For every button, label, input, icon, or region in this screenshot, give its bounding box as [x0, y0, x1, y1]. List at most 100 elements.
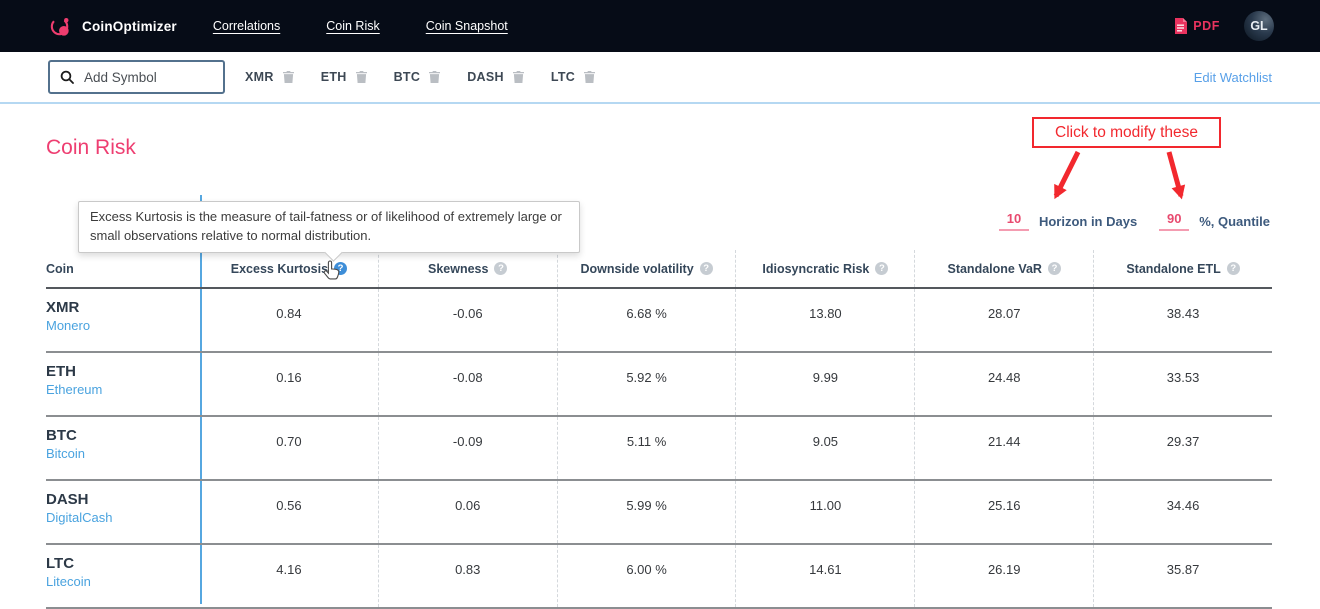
coin-cell[interactable]: XMR Monero	[46, 289, 200, 351]
table-row: LTC Litecoin 4.16 0.83 6.00 % 14.61 26.1…	[46, 545, 1272, 609]
tooltip-text: Excess Kurtosis is the measure of tail-f…	[90, 209, 562, 243]
cell-idiosyncratic-risk: 13.80	[735, 289, 914, 351]
column-header-downside-volatility: Downside volatility ?	[557, 250, 736, 287]
cell-skewness: -0.06	[378, 289, 557, 351]
watchlist-item: XMR	[245, 70, 294, 84]
brand-name: CoinOptimizer	[82, 19, 177, 34]
nav-link-coin-risk[interactable]: Coin Risk	[326, 19, 380, 33]
remove-symbol-trash-icon[interactable]	[513, 71, 524, 83]
horizon-input[interactable]	[999, 211, 1029, 231]
watchlist-symbol-label: ETH	[321, 70, 347, 84]
main-nav: Correlations Coin Risk Coin Snapshot	[213, 19, 508, 33]
annotation-box: Click to modify these	[1032, 117, 1221, 148]
hand-cursor-icon	[322, 259, 342, 282]
cell-idiosyncratic-risk: 9.05	[735, 417, 914, 479]
coin-cell[interactable]: BTC Bitcoin	[46, 417, 200, 479]
column-header-idiosyncratic-risk: Idiosyncratic Risk ?	[735, 250, 914, 287]
cell-idiosyncratic-risk: 11.00	[735, 481, 914, 543]
coinoptimizer-logo-icon	[48, 14, 73, 39]
add-symbol-input[interactable]	[82, 69, 213, 86]
quantile-input[interactable]	[1159, 211, 1189, 231]
watchlist-symbol-label: BTC	[394, 70, 421, 84]
table-row: ETH Ethereum 0.16 -0.08 5.92 % 9.99 24.4…	[46, 353, 1272, 417]
brand[interactable]: CoinOptimizer	[48, 14, 177, 39]
watchlist-item: BTC	[394, 70, 441, 84]
remove-symbol-trash-icon[interactable]	[283, 71, 294, 83]
coin-cell[interactable]: LTC Litecoin	[46, 545, 200, 607]
coin-symbol: DASH	[46, 491, 200, 508]
cell-idiosyncratic-risk: 14.61	[735, 545, 914, 607]
horizon-label: Horizon in Days	[1039, 214, 1137, 229]
column-header-excess-kurtosis: Excess Kurtosis ?	[200, 250, 378, 287]
coin-name[interactable]: Bitcoin	[46, 446, 200, 461]
risk-parameters: Horizon in Days %, Quantile	[999, 211, 1270, 231]
nav-link-coin-snapshot[interactable]: Coin Snapshot	[426, 19, 508, 33]
cell-excess-kurtosis: 0.84	[200, 289, 378, 351]
coin-name[interactable]: Ethereum	[46, 382, 200, 397]
coin-symbol: LTC	[46, 555, 200, 572]
coin-symbol: BTC	[46, 427, 200, 444]
coin-risk-table: Coin Excess Kurtosis ? Skewness ? Downsi…	[46, 250, 1272, 609]
cell-excess-kurtosis: 4.16	[200, 545, 378, 607]
help-icon[interactable]: ?	[700, 262, 713, 275]
coin-symbol: ETH	[46, 363, 200, 380]
pdf-file-icon	[1174, 18, 1187, 34]
watchlist-item: LTC	[551, 70, 595, 84]
help-icon[interactable]: ?	[1048, 262, 1061, 275]
pdf-export-button[interactable]: PDF	[1174, 18, 1220, 34]
page-title: Coin Risk	[46, 136, 136, 160]
coin-cell[interactable]: ETH Ethereum	[46, 353, 200, 415]
cell-standalone-var: 21.44	[914, 417, 1093, 479]
annotation-text: Click to modify these	[1055, 124, 1198, 142]
watchlist-bar: XMR ETH BTC DASH LTC	[0, 52, 1320, 104]
cell-downside-volatility: 6.68 %	[557, 289, 736, 351]
search-icon	[60, 70, 74, 84]
remove-symbol-trash-icon[interactable]	[584, 71, 595, 83]
table-row: XMR Monero 0.84 -0.06 6.68 % 13.80 28.07…	[46, 289, 1272, 353]
cell-skewness: -0.08	[378, 353, 557, 415]
cell-skewness: 0.83	[378, 545, 557, 607]
cell-standalone-var: 25.16	[914, 481, 1093, 543]
cell-standalone-etl: 33.53	[1093, 353, 1272, 415]
coin-cell[interactable]: DASH DigitalCash	[46, 481, 200, 543]
help-icon[interactable]: ?	[875, 262, 888, 275]
remove-symbol-trash-icon[interactable]	[356, 71, 367, 83]
column-header-coin: Coin	[46, 250, 200, 287]
coin-name[interactable]: Monero	[46, 318, 200, 333]
cell-skewness: -0.09	[378, 417, 557, 479]
cell-skewness: 0.06	[378, 481, 557, 543]
coin-name[interactable]: Litecoin	[46, 574, 200, 589]
cell-standalone-etl: 34.46	[1093, 481, 1272, 543]
add-symbol-box[interactable]	[48, 60, 225, 94]
excess-kurtosis-tooltip: Excess Kurtosis is the measure of tail-f…	[78, 201, 580, 253]
remove-symbol-trash-icon[interactable]	[429, 71, 440, 83]
watchlist-item: DASH	[467, 70, 524, 84]
help-icon[interactable]: ?	[494, 262, 507, 275]
top-navbar: CoinOptimizer Correlations Coin Risk Coi…	[0, 0, 1320, 52]
help-icon[interactable]: ?	[1227, 262, 1240, 275]
cell-excess-kurtosis: 0.70	[200, 417, 378, 479]
edit-watchlist-link[interactable]: Edit Watchlist	[1194, 70, 1272, 85]
coin-symbol: XMR	[46, 299, 200, 316]
watchlist-symbol-label: XMR	[245, 70, 274, 84]
column-header-standalone-var: Standalone VaR ?	[914, 250, 1093, 287]
pdf-label: PDF	[1193, 19, 1220, 33]
quantile-label: %, Quantile	[1199, 214, 1270, 229]
user-avatar[interactable]: GL	[1244, 11, 1274, 41]
cell-excess-kurtosis: 0.16	[200, 353, 378, 415]
coin-name[interactable]: DigitalCash	[46, 510, 200, 525]
watchlist-symbol-label: LTC	[551, 70, 575, 84]
cell-downside-volatility: 5.11 %	[557, 417, 736, 479]
cell-idiosyncratic-risk: 9.99	[735, 353, 914, 415]
nav-link-correlations[interactable]: Correlations	[213, 19, 280, 33]
table-row: BTC Bitcoin 0.70 -0.09 5.11 % 9.05 21.44…	[46, 417, 1272, 481]
cell-excess-kurtosis: 0.56	[200, 481, 378, 543]
cell-standalone-var: 24.48	[914, 353, 1093, 415]
main-content: Coin Risk Click to modify these Horizon …	[0, 104, 1320, 604]
cell-standalone-etl: 38.43	[1093, 289, 1272, 351]
column-header-standalone-etl: Standalone ETL ?	[1093, 250, 1272, 287]
cell-standalone-etl: 29.37	[1093, 417, 1272, 479]
watchlist-item: ETH	[321, 70, 367, 84]
cell-downside-volatility: 5.99 %	[557, 481, 736, 543]
cell-standalone-etl: 35.87	[1093, 545, 1272, 607]
